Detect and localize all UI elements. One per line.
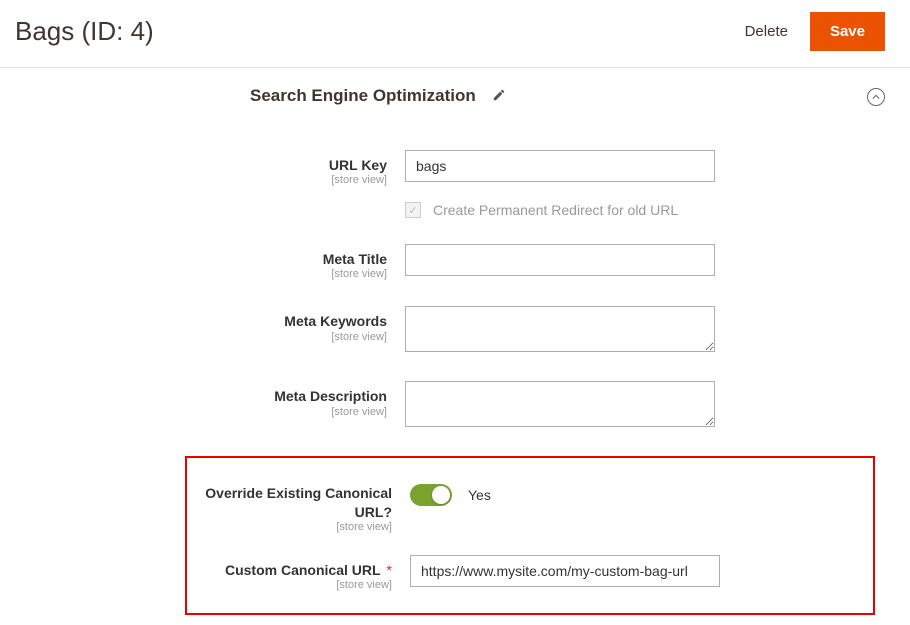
custom-canonical-field: Custom Canonical URL * [store view] [187,555,873,591]
meta-keywords-label: Meta Keywords [284,313,387,329]
redirect-checkbox[interactable]: ✓ [405,202,421,218]
url-key-field: URL Key [store view] [25,150,885,186]
required-mark: * [387,562,392,578]
edit-icon[interactable] [492,88,506,105]
custom-canonical-input[interactable] [410,555,720,587]
field-label-col: Meta Title [store view] [25,244,405,280]
redirect-field: ✓ Create Permanent Redirect for old URL [25,202,885,218]
field-label-col: URL Key [store view] [25,150,405,186]
scope-label: [store view] [25,174,387,186]
override-canonical-toggle[interactable] [410,484,452,506]
redirect-label: Create Permanent Redirect for old URL [433,202,678,218]
canonical-highlight-box: Override Existing Canonical URL? [store … [185,456,875,615]
field-control-col [405,150,725,182]
meta-keywords-field: Meta Keywords [store view] [25,306,885,355]
scope-label: [store view] [197,521,392,533]
scope-label: [store view] [197,579,392,591]
override-toggle-value: Yes [468,487,491,503]
field-label-col: Custom Canonical URL * [store view] [187,555,410,591]
meta-keywords-input[interactable] [405,306,715,352]
field-control-col [405,306,725,355]
header-actions: Delete Save [745,12,885,51]
field-control-col: ✓ Create Permanent Redirect for old URL [405,202,725,218]
field-label-col: Override Existing Canonical URL? [store … [187,478,410,532]
url-key-input[interactable] [405,150,715,182]
meta-description-input[interactable] [405,381,715,427]
toggle-knob [432,486,450,504]
custom-canonical-label: Custom Canonical URL [225,562,381,578]
scope-label: [store view] [25,331,387,343]
seo-form: URL Key [store view] ✓ Create Permanent … [0,120,910,625]
collapse-toggle[interactable] [867,88,885,106]
override-canonical-field: Override Existing Canonical URL? [store … [187,478,873,532]
meta-title-input[interactable] [405,244,715,276]
redirect-checkbox-row: ✓ Create Permanent Redirect for old URL [405,202,725,218]
field-control-col [405,244,725,276]
meta-title-field: Meta Title [store view] [25,244,885,280]
meta-description-label: Meta Description [274,388,387,404]
field-label-col: Meta Keywords [store view] [25,306,405,342]
save-button[interactable]: Save [810,12,885,51]
field-label-col: Meta Description [store view] [25,381,405,417]
field-control-col: Yes [410,478,730,506]
meta-title-label: Meta Title [323,251,387,267]
field-control-col [410,555,730,587]
section-title: Search Engine Optimization [250,86,476,106]
url-key-label: URL Key [329,157,387,173]
page-header: Bags (ID: 4) Delete Save [0,0,910,68]
scope-label: [store view] [25,268,387,280]
seo-section-header: Search Engine Optimization [0,68,910,120]
override-canonical-label: Override Existing Canonical URL? [205,485,392,519]
meta-description-field: Meta Description [store view] [25,381,885,430]
page-title: Bags (ID: 4) [15,16,154,47]
scope-label: [store view] [25,406,387,418]
delete-button[interactable]: Delete [745,23,788,40]
override-toggle-wrap: Yes [410,478,730,506]
field-control-col [405,381,725,430]
field-label-col [25,202,405,208]
